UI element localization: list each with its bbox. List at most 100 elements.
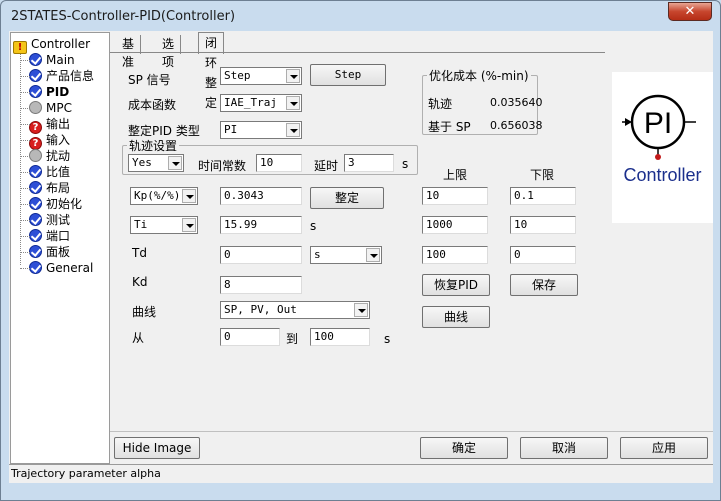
sidebar-item-label: 输入 <box>46 133 71 147</box>
sp-signal-select[interactable]: Step <box>220 67 302 85</box>
to-input[interactable]: 100 <box>310 328 370 346</box>
sidebar-item-controller[interactable]: ! Controller <box>13 36 90 54</box>
ti-input[interactable]: 15.99 <box>220 216 302 234</box>
td-unit-select[interactable]: s <box>310 246 382 264</box>
delay-label: 延时 <box>314 159 339 173</box>
ok-button[interactable]: 确定 <box>420 437 508 459</box>
status-bar: Trajectory parameter alpha <box>9 464 713 483</box>
sidebar-item-node-4[interactable]: MPC <box>29 100 72 116</box>
apply-button[interactable]: 应用 <box>620 437 708 459</box>
ti-select-value: Ti <box>134 218 148 231</box>
from-label: 从 <box>132 331 145 345</box>
sidebar-item-node-8[interactable]: 比值 <box>29 164 70 180</box>
trajectory-settings-title: 轨迹设置 <box>127 137 180 154</box>
chevron-down-icon <box>286 96 300 110</box>
close-button[interactable]: ✕ <box>668 2 712 21</box>
td-lower-limit-input[interactable]: 0 <box>510 246 576 264</box>
optimal-cost-title: 优化成本 (%-min) <box>427 67 531 84</box>
pi-symbol: PI <box>644 107 672 140</box>
kp-unit-select[interactable]: Kp(%/%) <box>130 187 198 205</box>
kp-input[interactable]: 0.3043 <box>220 187 302 205</box>
restore-pid-button[interactable]: 恢复PID <box>422 274 490 296</box>
pid-type-value: PI <box>224 123 238 136</box>
ti-upper-limit-input[interactable]: 1000 <box>422 216 488 234</box>
sidebar-item-node-10[interactable]: 初始化 <box>29 196 82 212</box>
ti-lower-limit-input[interactable]: 10 <box>510 216 576 234</box>
sp-cost-label: 基于 SP <box>428 120 471 134</box>
sidebar-item-node-6[interactable]: ? 输入 <box>29 132 71 150</box>
tree-connector <box>20 60 30 61</box>
check-icon <box>29 165 42 178</box>
kd-input[interactable]: 8 <box>220 276 302 294</box>
sidebar-item-node-9[interactable]: 布局 <box>29 180 70 196</box>
sidebar-item-label: 输出 <box>46 117 71 131</box>
tree-connector <box>20 156 30 157</box>
check-icon <box>29 53 42 66</box>
trajectory-enable-value: Yes <box>132 156 152 169</box>
tree-connector <box>20 50 21 265</box>
time-constant-input[interactable]: 10 <box>256 154 302 172</box>
tune-button[interactable]: 整定 <box>310 187 384 209</box>
ti-unit: s <box>310 219 317 233</box>
sidebar-item-node-1[interactable]: Main <box>29 52 75 68</box>
step-button[interactable]: Step <box>310 64 386 86</box>
sidebar-item-label: 测试 <box>46 213 71 227</box>
hide-image-button[interactable]: Hide Image <box>114 437 200 459</box>
gray-circle-icon <box>29 101 42 114</box>
time-constant-label: 时间常数 <box>198 159 247 173</box>
curve-button[interactable]: 曲线 <box>422 306 490 328</box>
upper-limit-label: 上限 <box>443 168 468 182</box>
sp-cost-value: 0.656038 <box>490 119 543 132</box>
sidebar-item-node-11[interactable]: 测试 <box>29 212 70 228</box>
check-icon <box>29 261 42 274</box>
curve-select[interactable]: SP, PV, Out <box>220 301 370 319</box>
trajectory-enable-select[interactable]: Yes <box>128 154 184 172</box>
sidebar-item-label: 布局 <box>46 181 71 195</box>
sidebar-item-node-2[interactable]: 产品信息 <box>29 68 94 84</box>
kp-lower-limit-input[interactable]: 0.1 <box>510 187 576 205</box>
sidebar-item-label: 端口 <box>46 229 71 243</box>
chevron-down-icon <box>168 156 182 170</box>
check-icon <box>29 245 42 258</box>
nav-tree: ! Controller Main 产品信息 PID MPC? 输出? 输入 扰动 比值 布局初始化… <box>10 32 110 464</box>
check-icon <box>29 69 42 82</box>
save-button[interactable]: 保存 <box>510 274 578 296</box>
delay-unit: s <box>402 157 409 171</box>
tree-connector <box>20 220 30 221</box>
sidebar-item-node-3[interactable]: PID <box>29 84 69 100</box>
check-icon <box>29 85 42 98</box>
pid-type-select[interactable]: PI <box>220 121 302 139</box>
check-icon <box>29 197 42 210</box>
from-input[interactable]: 0 <box>220 328 280 346</box>
sidebar-item-node-5[interactable]: ? 输出 <box>29 116 71 134</box>
td-input[interactable]: 0 <box>220 246 302 264</box>
sidebar-item-label: Main <box>46 53 75 67</box>
range-unit: s <box>384 332 391 346</box>
check-icon <box>29 181 42 194</box>
tree-connector <box>20 188 30 189</box>
cancel-button[interactable]: 取消 <box>520 437 608 459</box>
chevron-down-icon <box>354 303 368 317</box>
delay-input[interactable]: 3 <box>344 154 394 172</box>
folder-icon: ! <box>13 41 27 54</box>
sidebar-item-label: 初始化 <box>46 197 83 211</box>
tuning-panel: SP 信号 Step Step 成本函数 IAE_Traj 整定PID 类型 P… <box>110 52 605 433</box>
sidebar-item-node-7[interactable]: 扰动 <box>29 148 70 164</box>
traj-cost-label: 轨迹 <box>428 97 453 111</box>
title-bar[interactable]: 2STATES-Controller-PID(Controller) ✕ <box>1 1 720 31</box>
tree-connector <box>20 140 30 141</box>
controller-label: Controller <box>623 165 702 185</box>
kp-upper-limit-input[interactable]: 10 <box>422 187 488 205</box>
check-icon <box>29 229 42 242</box>
sidebar-item-node-13[interactable]: 面板 <box>29 244 70 260</box>
td-unit-value: s <box>314 248 321 261</box>
sidebar-item-node-12[interactable]: 端口 <box>29 228 70 244</box>
td-upper-limit-input[interactable]: 100 <box>422 246 488 264</box>
cost-function-select[interactable]: IAE_Traj <box>220 94 302 112</box>
tree-connector <box>20 252 30 253</box>
sidebar-item-node-14[interactable]: General <box>29 260 93 276</box>
tree-connector <box>20 172 30 173</box>
tab-closed-loop-tuning[interactable]: 闭环整定 <box>198 32 225 110</box>
ti-select[interactable]: Ti <box>130 216 198 234</box>
tree-connector <box>20 124 30 125</box>
